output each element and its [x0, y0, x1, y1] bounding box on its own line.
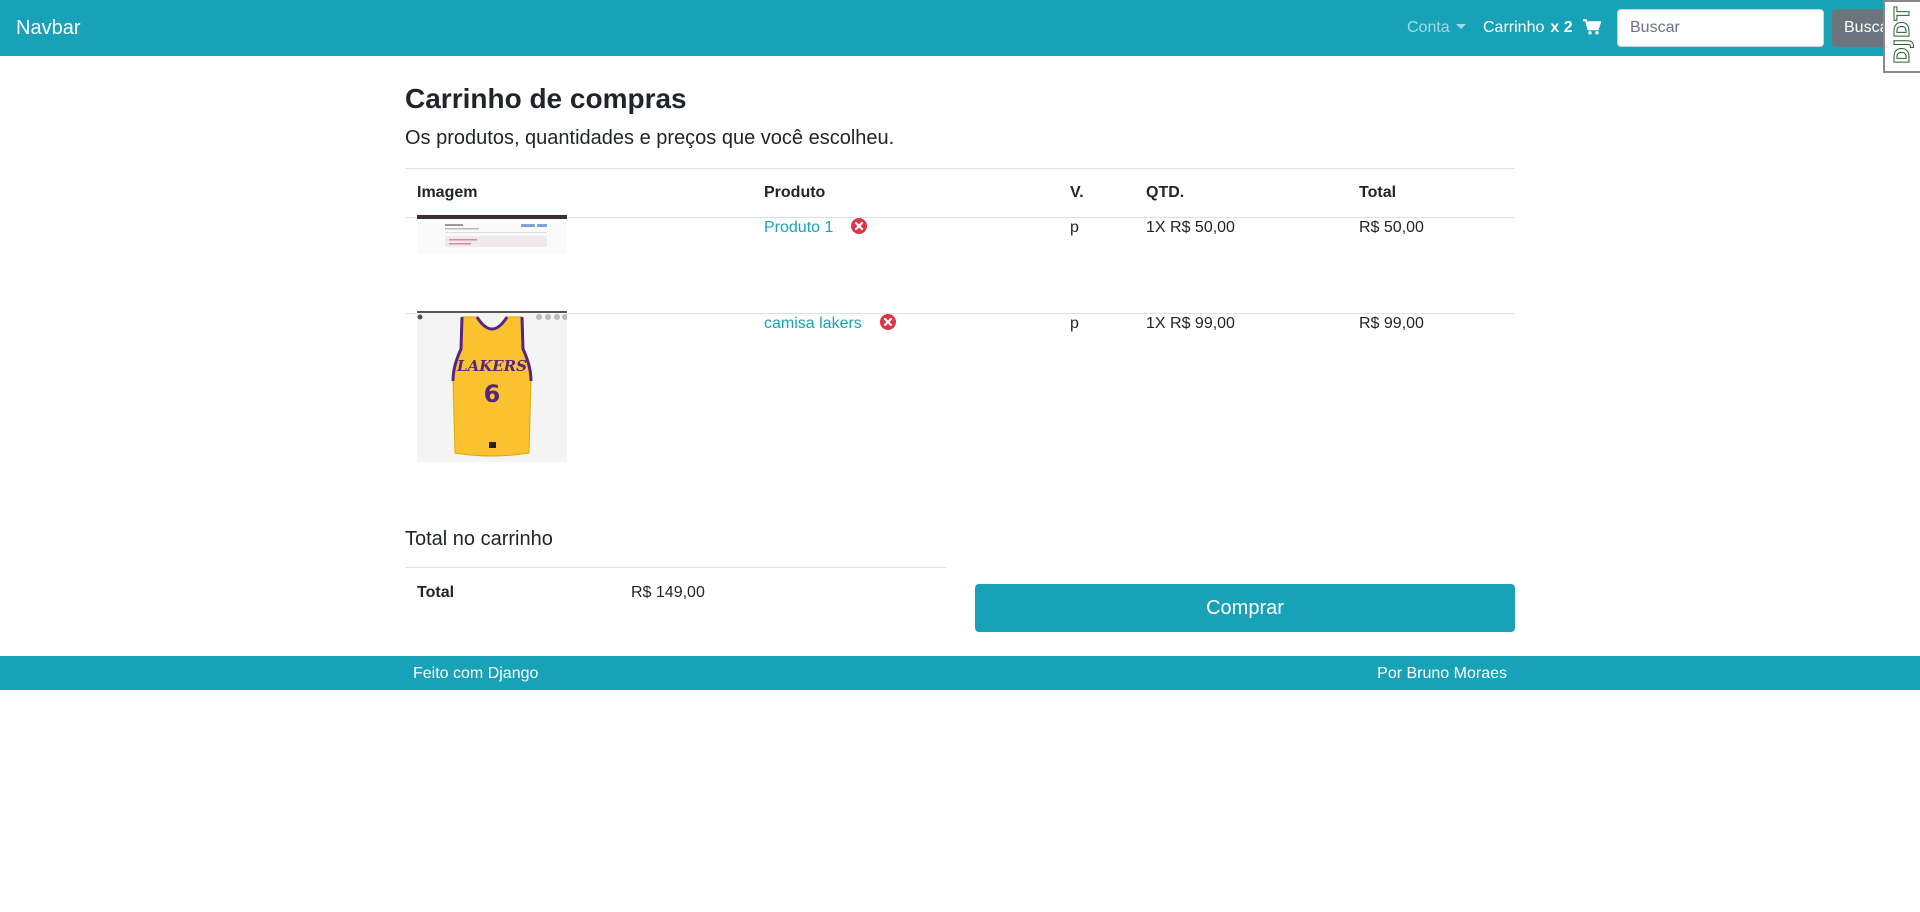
caret-down-icon: [1455, 24, 1466, 29]
product-link[interactable]: Produto 1: [764, 219, 833, 236]
product-thumbnail[interactable]: [417, 215, 567, 255]
row-total-cell: R$ 50,00: [1347, 217, 1515, 314]
product-link[interactable]: camisa lakers: [764, 315, 862, 332]
footer: Feito com Django Por Bruno Moraes: [0, 656, 1920, 690]
header-product: Produto: [752, 168, 1058, 218]
buy-button[interactable]: Comprar: [975, 584, 1515, 632]
shopping-cart-icon: [1583, 19, 1602, 35]
header-variation: V.: [1058, 168, 1134, 218]
svg-text:6: 6: [484, 380, 501, 408]
product-name-cell: Produto 1: [752, 217, 1058, 314]
table-header-row: Imagem Produto V. QTD. Total: [405, 168, 1515, 218]
cart-table: Imagem Produto V. QTD. Total Produto 1 p…: [405, 168, 1515, 478]
footer-author: Por Bruno Moraes: [1377, 665, 1507, 682]
product-image-cell: [405, 215, 752, 314]
cart-link-label: Carrinho: [1483, 19, 1545, 36]
product-name-cell: camisa lakers: [752, 313, 1058, 478]
debug-toolbar-label: DJDT: [1890, 5, 1915, 64]
page-title: Carrinho de compras: [405, 83, 687, 114]
table-row: LAKERS 6 camisa lakers p 1X R$ 99,00 R$ …: [405, 311, 1515, 478]
svg-text:LAKERS: LAKERS: [456, 357, 527, 375]
navbar: Navbar Conta Carrinhox 2 Buscar DJDT: [0, 0, 1920, 73]
totals-table: Total R$ 149,00: [405, 567, 946, 618]
footer-made-with: Feito com Django: [413, 665, 539, 682]
total-label: Total: [405, 567, 619, 618]
table-row: Produto 1 p 1X R$ 50,00 R$ 50,00: [405, 215, 1515, 314]
account-dropdown[interactable]: Conta: [1407, 18, 1466, 38]
quantity-cell: 1X R$ 99,00: [1134, 313, 1347, 478]
header-total: Total: [1347, 168, 1515, 218]
cart-link[interactable]: Carrinho x 2: [1483, 18, 1602, 38]
totals-row: Total R$ 149,00: [405, 567, 946, 618]
remove-item-icon[interactable]: [879, 314, 896, 336]
quantity-cell: 1X R$ 50,00: [1134, 217, 1347, 314]
variation-cell: p: [1058, 313, 1134, 478]
product-image-cell: LAKERS 6: [405, 311, 752, 478]
remove-item-icon[interactable]: [851, 218, 868, 240]
variation-cell: p: [1058, 217, 1134, 314]
cart-total-heading: Total no carrinho: [405, 528, 553, 550]
account-dropdown-label: Conta: [1407, 19, 1450, 36]
debug-toolbar-handle[interactable]: DJDT: [1883, 0, 1920, 73]
search-input[interactable]: [1617, 9, 1824, 47]
page-subtitle: Os produtos, quantidades e preços que vo…: [405, 127, 895, 149]
total-value: R$ 149,00: [619, 567, 946, 618]
cart-count: x 2: [1550, 19, 1573, 36]
navbar-brand[interactable]: Navbar: [16, 16, 80, 40]
header-image: Imagem: [405, 168, 752, 218]
header-quantity: QTD.: [1134, 168, 1347, 218]
jersey-image-graphic: LAKERS 6: [417, 311, 568, 462]
product-thumbnail[interactable]: LAKERS 6: [417, 311, 568, 462]
screenshot-thumbnail-graphic: [417, 215, 567, 255]
row-total-cell: R$ 99,00: [1347, 313, 1515, 478]
